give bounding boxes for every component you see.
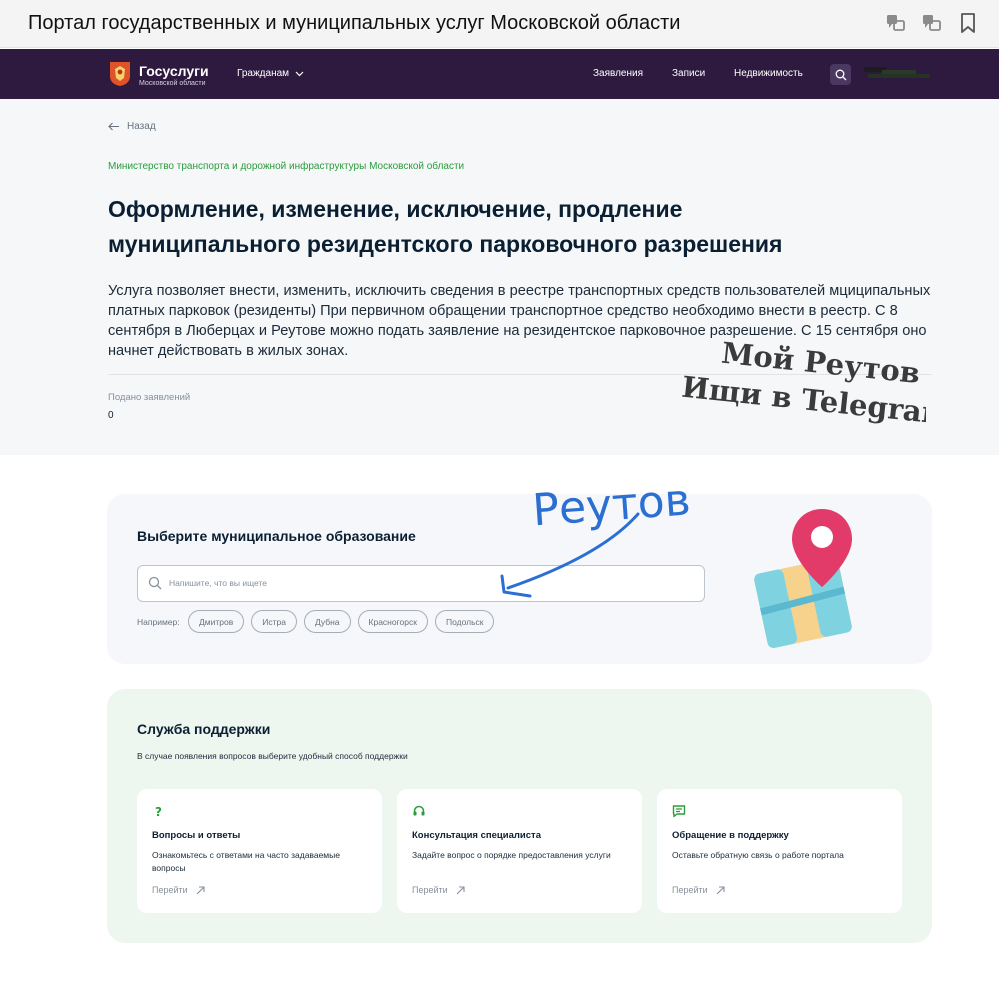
translate-icon[interactable] [885, 12, 907, 34]
examples-label: Например: [137, 617, 180, 627]
support-card-link[interactable]: Перейти [672, 885, 725, 895]
support-card-link-label: Перейти [672, 885, 708, 895]
support-card-link[interactable]: Перейти [412, 885, 465, 895]
arrow-up-right-icon [456, 885, 465, 894]
browser-actions [885, 12, 979, 34]
arrow-up-right-icon [196, 885, 205, 894]
support-card-title: Обращение в поддержку [672, 830, 789, 841]
support-card-title: Вопросы и ответы [152, 830, 241, 841]
coat-of-arms-icon[interactable] [109, 61, 131, 87]
question-icon: ? [155, 805, 162, 818]
support-card-consultation[interactable]: Консультация специалиста Задайте вопрос … [397, 789, 642, 913]
handwritten-label: Реутов [531, 474, 692, 536]
chip-istra[interactable]: Истра [251, 610, 297, 633]
support-title: Служба поддержки [137, 721, 271, 737]
arrow-up-right-icon [716, 885, 725, 894]
municipality-title: Выберите муниципальное образование [137, 528, 416, 544]
browser-title: Портал государственных и муниципальных у… [28, 12, 681, 34]
arrow-left-icon [108, 122, 119, 131]
citizens-menu-label: Гражданам [237, 68, 290, 79]
nav-search-button[interactable] [830, 64, 851, 85]
support-card-link[interactable]: Перейти [152, 885, 205, 895]
chip-dmitrov[interactable]: Дмитров [188, 610, 245, 633]
submitted-count-value: 0 [108, 410, 114, 421]
logo-title[interactable]: Госуслуги [139, 63, 209, 79]
svg-text:?: ? [155, 805, 162, 818]
search-icon [835, 69, 846, 80]
nav-link-applications[interactable]: Заявления [593, 68, 643, 79]
page-title-line-1: Оформление, изменение, исключение, продл… [108, 196, 683, 222]
nav-link-appointments[interactable]: Записи [672, 68, 705, 79]
search-icon [148, 576, 162, 590]
chip-dubna[interactable]: Дубна [303, 610, 351, 633]
chip-krasnogorsk[interactable]: Красногорск [357, 610, 428, 633]
nav-link-property[interactable]: Недвижимость [734, 68, 803, 79]
headset-icon [413, 805, 425, 816]
chip-podolsk[interactable]: Подольск [434, 610, 495, 633]
support-card-text: Оставьте обратную связь о работе портала [672, 850, 844, 860]
support-card-feedback[interactable]: Обращение в поддержку Оставьте обратную … [657, 789, 902, 913]
browser-title-bar: Портал государственных и муниципальных у… [0, 0, 999, 48]
page-title: Оформление, изменение, исключение, продл… [108, 192, 928, 262]
map-pin-illustration [754, 509, 852, 648]
bookmark-icon[interactable] [957, 12, 979, 34]
handwritten-annotation: Реутов [500, 474, 692, 598]
chevron-down-icon [295, 71, 304, 76]
citizens-menu[interactable]: Гражданам [237, 68, 304, 79]
support-card-title: Консультация специалиста [412, 830, 541, 841]
page-title-line-2: муниципального резидентского парковочног… [108, 231, 783, 257]
logo-subtitle: Московской области [139, 80, 206, 87]
ministry-name[interactable]: Министерство транспорта и дорожной инфра… [108, 161, 464, 172]
support-card-text: Задайте вопрос о порядке предоставления … [412, 850, 611, 860]
user-profile-redacted[interactable] [864, 67, 930, 79]
back-link-label: Назад [127, 121, 156, 132]
support-card-faq[interactable]: ? Вопросы и ответы Ознакомьтесь с ответа… [137, 789, 382, 913]
telegram-watermark: Мой Реутов Ищи в Telegram [680, 337, 926, 432]
submitted-count-label: Подано заявлений [108, 392, 191, 403]
translate-icon[interactable] [921, 12, 943, 34]
back-link[interactable]: Назад [108, 121, 156, 132]
support-subtitle: В случае появления вопросов выберите удо… [137, 751, 408, 761]
chat-icon [672, 805, 686, 818]
support-card-link-label: Перейти [152, 885, 188, 895]
support-card-link-label: Перейти [412, 885, 448, 895]
example-chips: Дмитров Истра Дубна Красногорск Подольск [188, 610, 495, 633]
support-card-text: Ознакомьтесь с ответами на часто задавае… [152, 850, 340, 873]
